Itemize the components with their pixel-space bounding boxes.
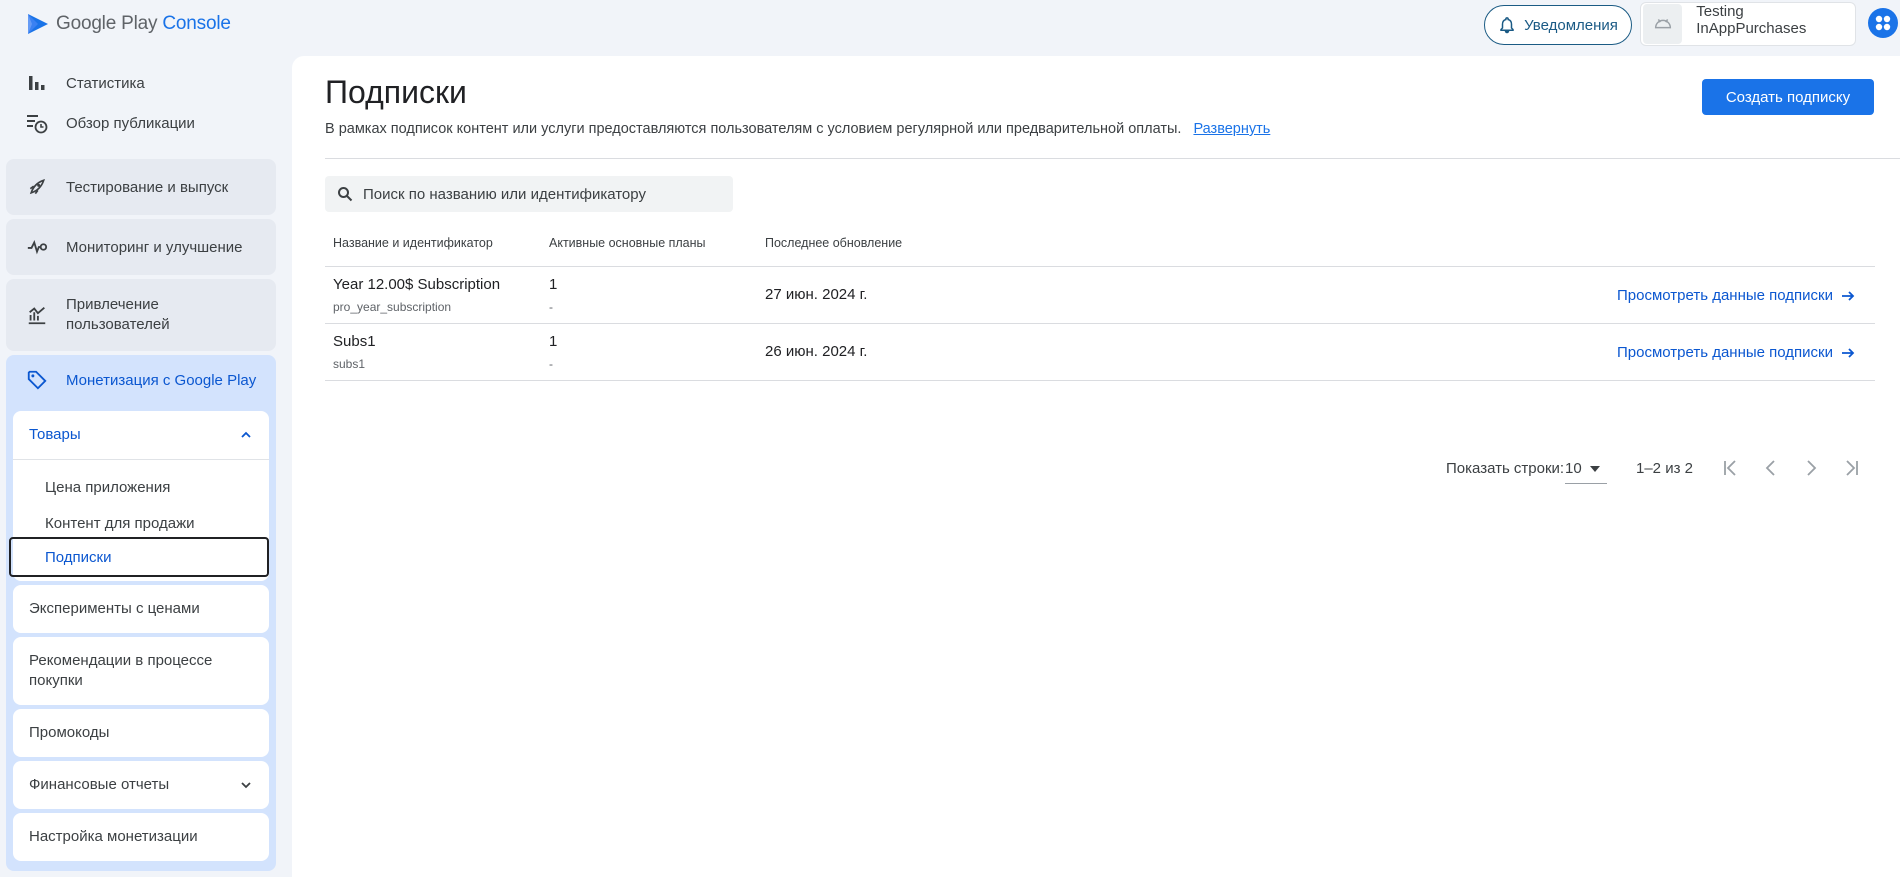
sidebar-item-label: Тестирование и выпуск xyxy=(66,178,229,196)
rows-per-page-select[interactable]: 10 xyxy=(1565,454,1607,484)
last-updated: 27 июн. 2024 г. xyxy=(765,286,868,303)
sidebar-item-label: Промокоды xyxy=(29,724,110,741)
main-content: Подписки В рамках подписок контент или у… xyxy=(292,56,1900,877)
column-header-plans[interactable]: Активные основные планы xyxy=(549,236,706,264)
sidebar-item-label: Мониторинг и улучшение xyxy=(66,238,243,256)
products-label: Товары xyxy=(29,426,81,443)
view-subscription-label: Просмотреть данные подписки xyxy=(1617,344,1833,361)
active-plans-detail: - xyxy=(549,357,553,371)
search-input[interactable] xyxy=(363,185,723,203)
list-clock-icon xyxy=(26,112,48,134)
table-row[interactable]: Subs1 subs1 1 - 26 июн. 2024 г. Просмотр… xyxy=(325,324,1875,381)
sidebar-item-label: Монетизация с Google Play xyxy=(66,371,257,389)
active-plans-count: 1 xyxy=(549,333,558,350)
active-plans-count: 1 xyxy=(549,276,558,293)
apps-grid-icon xyxy=(1875,15,1891,31)
sidebar-item-price-experiments[interactable]: Эксперименты с ценами xyxy=(13,585,269,633)
sidebar-item-testing-release[interactable]: Тестирование и выпуск xyxy=(6,159,276,215)
app-name: Testing InAppPurchases xyxy=(1696,3,1807,37)
column-header-name[interactable]: Название и идентификатор xyxy=(333,236,493,264)
notifications-button[interactable]: Уведомления xyxy=(1484,5,1632,45)
subscription-name: Year 12.00$ Subscription xyxy=(333,276,501,293)
view-subscription-link[interactable]: Просмотреть данные подписки xyxy=(1617,287,1855,304)
previous-page-button[interactable] xyxy=(1759,456,1783,480)
chevron-left-icon xyxy=(1765,460,1775,476)
page-description: В рамках подписок контент или услуги пре… xyxy=(325,121,1270,137)
divider xyxy=(13,459,269,460)
brand-console: Console xyxy=(162,13,231,34)
pagination-range: 1–2 из 2 xyxy=(1636,460,1693,477)
growth-chart-icon xyxy=(26,304,48,326)
first-page-button[interactable] xyxy=(1719,456,1743,480)
play-console-logo-icon xyxy=(28,14,48,34)
column-header-updated[interactable]: Последнее обновление xyxy=(765,236,902,264)
tag-icon xyxy=(27,370,47,390)
chevron-down-icon xyxy=(241,782,251,789)
active-plans-detail: - xyxy=(549,300,553,314)
view-subscription-label: Просмотреть данные подписки xyxy=(1617,287,1833,304)
last-page-icon xyxy=(1846,460,1858,476)
app-selector[interactable]: Testing InAppPurchases xyxy=(1640,2,1856,46)
rows-per-page-label: Показать строки: xyxy=(1446,460,1565,477)
sidebar-item-label: Статистика xyxy=(66,74,145,92)
sidebar-item-label: Настройка монетизации xyxy=(29,828,198,845)
rocket-icon xyxy=(26,176,48,198)
sidebar-item-publishing-overview[interactable]: Обзор публикации xyxy=(26,105,195,141)
brand-name: Google Play Console xyxy=(56,13,231,35)
sidebar-item-monitoring[interactable]: Мониторинг и улучшение xyxy=(6,219,276,275)
expand-link[interactable]: Развернуть xyxy=(1193,121,1270,137)
divider xyxy=(325,158,1900,159)
description-text: В рамках подписок контент или услуги пре… xyxy=(325,121,1182,137)
sidebar-item-app-price[interactable]: Цена приложения xyxy=(45,479,170,496)
sidebar-item-financial-reports[interactable]: Финансовые отчеты xyxy=(13,761,269,809)
sidebar-item-user-acquisition[interactable]: Привлечение пользователей xyxy=(6,279,276,351)
brand[interactable]: Google Play Console xyxy=(26,12,231,36)
bar-chart-icon xyxy=(26,72,48,94)
sidebar-item-statistics[interactable]: Статистика xyxy=(26,65,145,101)
sidebar-item-label: Рекомендации в процессе покупки xyxy=(29,652,213,689)
products-toggle[interactable]: Товары xyxy=(13,411,269,459)
create-subscription-button[interactable]: Создать подписку xyxy=(1702,79,1874,115)
subscription-name: Subs1 xyxy=(333,333,376,350)
last-page-button[interactable] xyxy=(1839,456,1863,480)
chevron-up-icon xyxy=(241,431,251,438)
chevron-right-icon xyxy=(1807,460,1817,476)
apps-grid-button[interactable] xyxy=(1868,8,1898,38)
android-icon xyxy=(1643,4,1683,44)
subscription-id: pro_year_subscription xyxy=(333,300,452,314)
sidebar-item-monetization[interactable]: Монетизация с Google Play xyxy=(26,369,256,391)
sidebar-item-subscriptions[interactable]: Подписки xyxy=(9,537,269,577)
brand-google-play: Google Play xyxy=(56,13,158,34)
search-icon xyxy=(338,187,353,202)
subscription-id: subs1 xyxy=(333,357,366,371)
arrow-right-icon xyxy=(1842,347,1855,358)
notifications-label: Уведомления xyxy=(1524,16,1618,34)
search-box xyxy=(325,176,733,212)
next-page-button[interactable] xyxy=(1799,456,1823,480)
last-updated: 26 июн. 2024 г. xyxy=(765,343,868,360)
sidebar: Статистика Обзор публикации Тестирование… xyxy=(0,52,286,877)
view-subscription-link[interactable]: Просмотреть данные подписки xyxy=(1617,344,1855,361)
sidebar-item-monetization-setup[interactable]: Настройка монетизации xyxy=(13,813,269,861)
sidebar-item-label: Обзор публикации xyxy=(66,114,195,132)
sidebar-item-promo-codes[interactable]: Промокоды xyxy=(13,709,269,757)
sidebar-item-label: Финансовые отчеты xyxy=(29,776,170,793)
table-row[interactable]: Year 12.00$ Subscription pro_year_subscr… xyxy=(325,267,1875,324)
products-group: Товары Цена приложения Контент для прода… xyxy=(9,411,269,581)
dropdown-arrow-icon xyxy=(1589,465,1600,472)
top-bar: Google Play Console Уведомления Testing … xyxy=(0,0,1900,52)
rows-per-page-value: 10 xyxy=(1565,460,1582,477)
sidebar-item-label: Привлечение пользователей xyxy=(66,296,170,333)
sidebar-item-label: Эксперименты с ценами xyxy=(29,600,200,617)
sidebar-item-purchase-recommendations[interactable]: Рекомендации в процессе покупки xyxy=(13,637,269,705)
arrow-right-icon xyxy=(1842,290,1855,301)
pulse-icon xyxy=(26,236,48,258)
bell-icon xyxy=(1500,17,1514,34)
pagination: Показать строки: 10 1–2 из 2 xyxy=(325,450,1875,486)
first-page-icon xyxy=(1724,460,1736,476)
sidebar-item-in-app-products[interactable]: Контент для продажи xyxy=(45,515,195,532)
page-title: Подписки xyxy=(325,74,467,110)
monetization-section: Монетизация с Google Play Товары Цена пр… xyxy=(6,355,276,871)
